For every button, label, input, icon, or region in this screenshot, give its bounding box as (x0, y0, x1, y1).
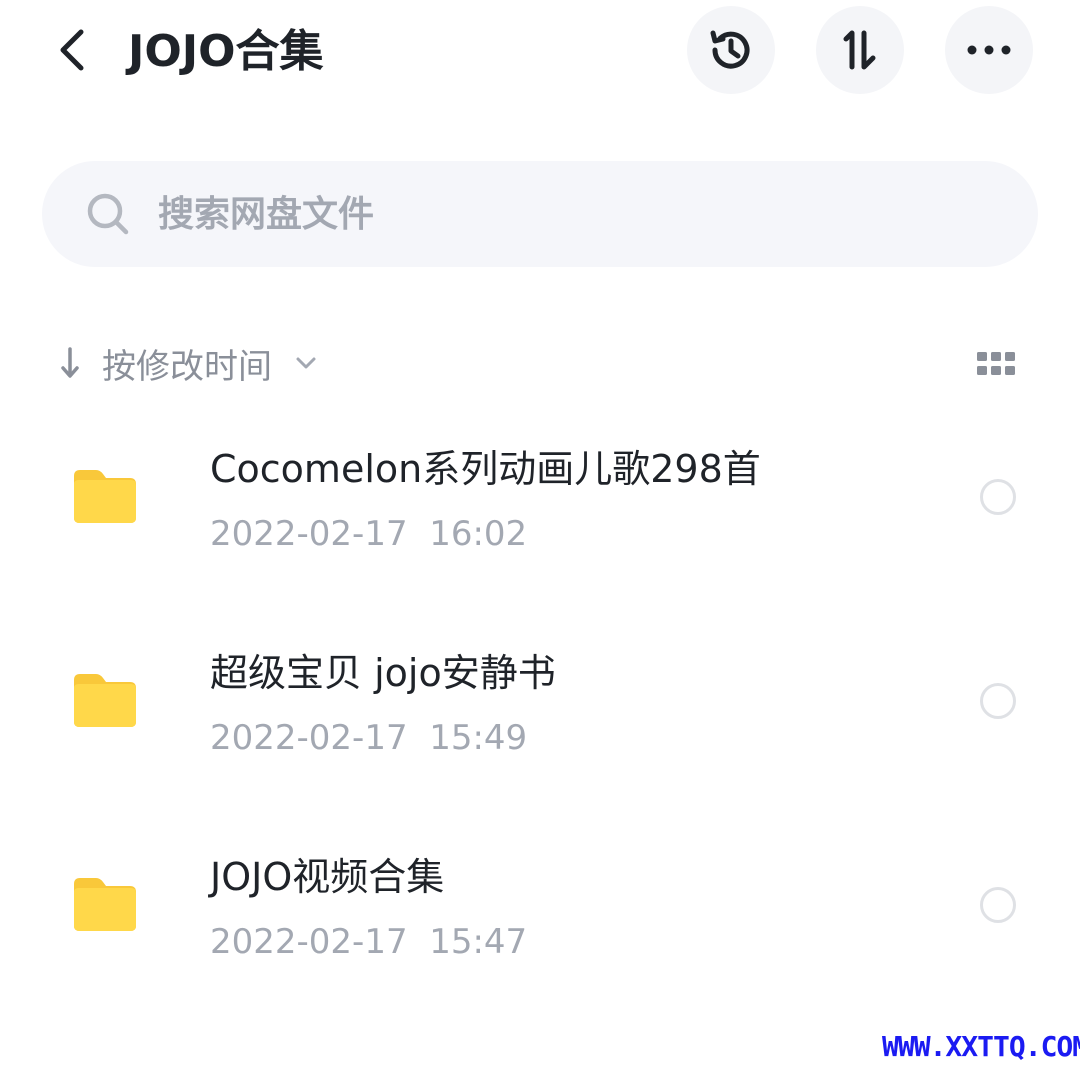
history-icon (710, 30, 750, 69)
select-checkbox[interactable] (980, 683, 1016, 719)
watermark: WWW.XXTTQ.COM (882, 1030, 1080, 1063)
back-button[interactable] (48, 22, 96, 78)
search-icon (86, 192, 130, 236)
file-row[interactable]: Cocomelon系列动画儿歌298首 2022-02-17 16:02 (0, 424, 1080, 628)
sort-arrows-icon (843, 30, 876, 70)
file-name: JOJO视频合集 (210, 855, 445, 899)
file-date: 2022-02-17 15:49 (210, 718, 528, 758)
sort-order-dropdown[interactable]: 按修改时间 (52, 328, 320, 398)
select-checkbox[interactable] (980, 479, 1016, 515)
sort-button[interactable] (816, 6, 904, 94)
file-list: Cocomelon系列动画儿歌298首 2022-02-17 16:02 超级宝… (0, 424, 1080, 1036)
history-button[interactable] (687, 6, 775, 94)
grid-view-button[interactable] (974, 344, 1020, 384)
top-bar: JOJO合集 (0, 0, 1080, 100)
chevron-down-icon (292, 349, 320, 377)
file-name: 超级宝贝 jojo安静书 (210, 651, 556, 695)
chevron-left-icon (60, 29, 84, 71)
select-checkbox[interactable] (980, 887, 1016, 923)
file-date: 2022-02-17 16:02 (210, 514, 528, 554)
more-button[interactable] (945, 6, 1033, 94)
file-row[interactable]: 超级宝贝 jojo安静书 2022-02-17 15:49 (0, 628, 1080, 832)
folder-icon (74, 470, 136, 523)
search-input[interactable] (156, 192, 940, 236)
more-horizontal-icon (967, 45, 1011, 55)
file-date: 2022-02-17 15:47 (210, 922, 528, 962)
search-bar[interactable] (42, 161, 1038, 267)
sort-label: 按修改时间 (102, 346, 272, 387)
arrow-down-icon (52, 345, 88, 381)
file-row[interactable]: JOJO视频合集 2022-02-17 15:47 (0, 832, 1080, 1036)
folder-icon (74, 878, 136, 931)
page-title: JOJO合集 (128, 26, 324, 77)
folder-icon (74, 674, 136, 727)
file-name: Cocomelon系列动画儿歌298首 (210, 447, 761, 491)
sort-bar: 按修改时间 (0, 328, 1080, 398)
grid-view-icon (977, 352, 1015, 375)
